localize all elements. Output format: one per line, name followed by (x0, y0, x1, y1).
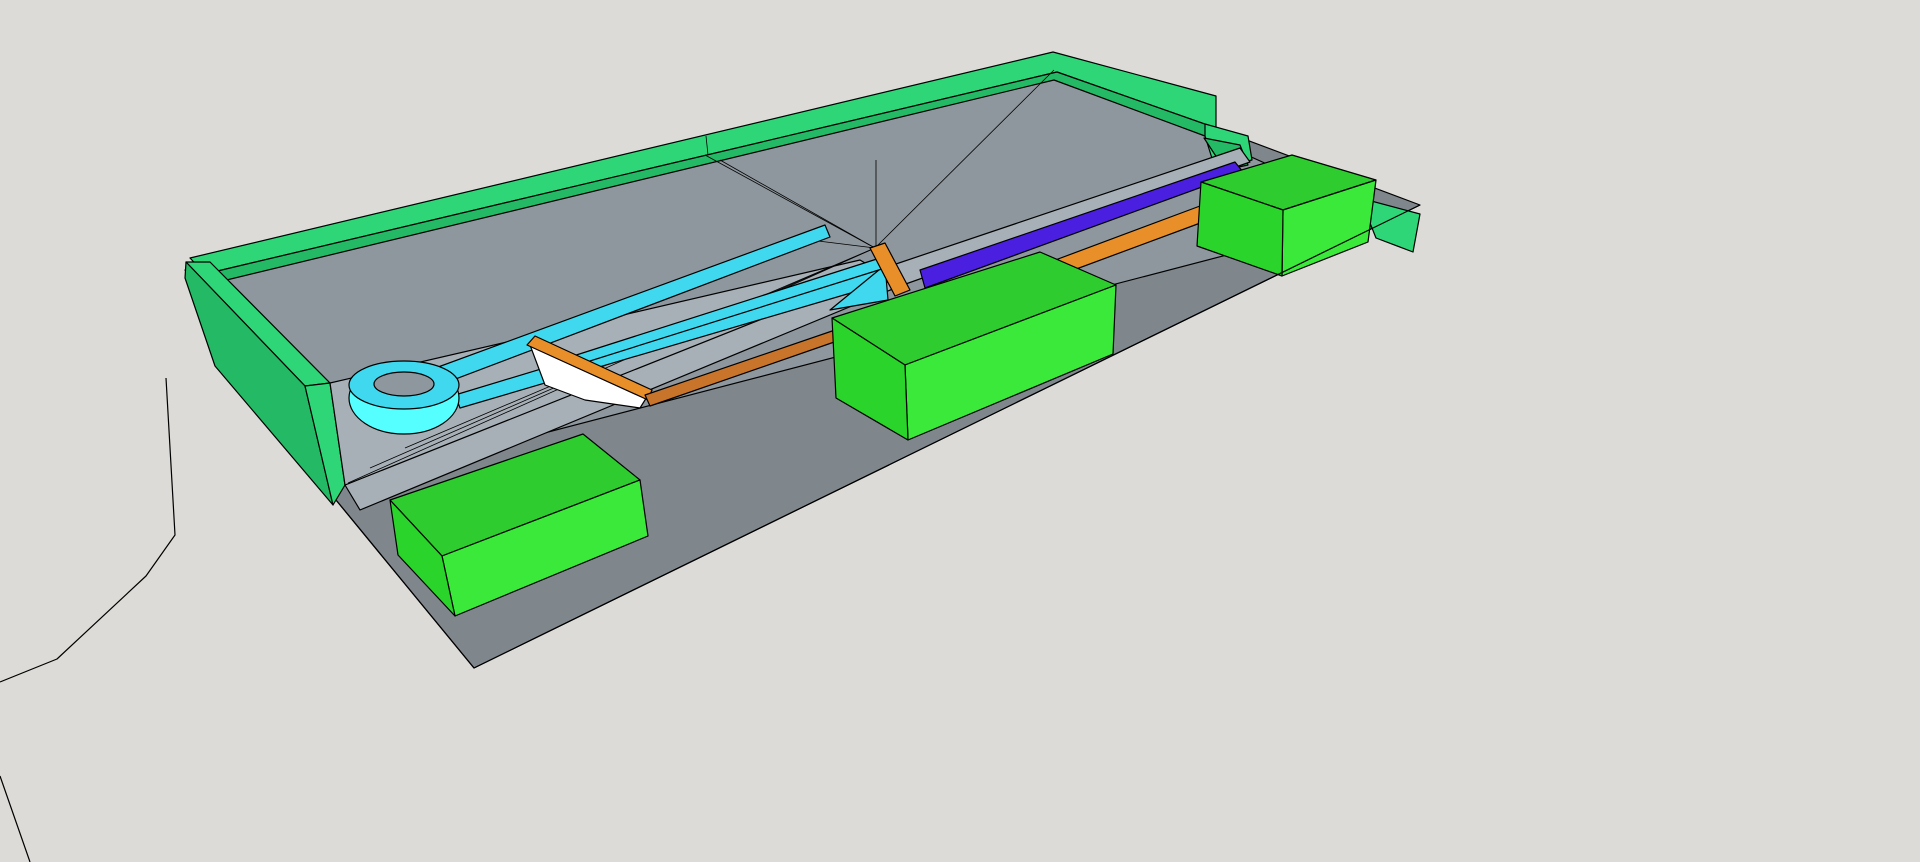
3d-model-viewport[interactable] (0, 0, 1920, 862)
ground-sketch-line[interactable] (0, 377, 176, 683)
cyan-ring[interactable] (348, 360, 460, 435)
ground-sketch-line-lower[interactable] (0, 775, 31, 862)
model-scene[interactable] (0, 0, 1920, 862)
